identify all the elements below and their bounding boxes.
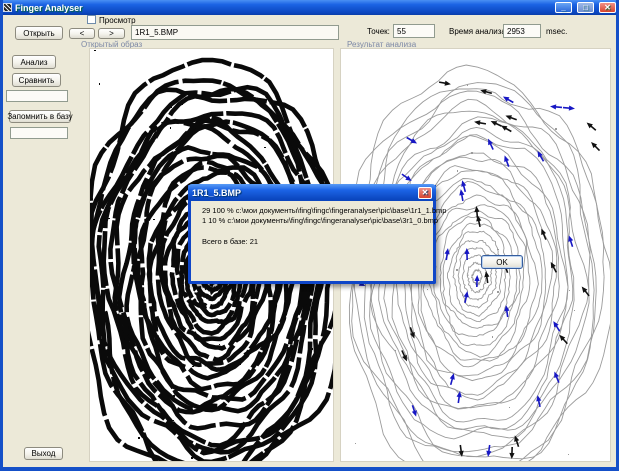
minutia-arrow-blue — [485, 445, 492, 458]
save-to-db-button[interactable]: Запомнить в базу — [9, 110, 71, 123]
minutia-arrow-black — [585, 121, 598, 133]
minutia-arrow-black — [505, 113, 518, 122]
exit-button[interactable]: Выход — [24, 447, 63, 460]
window-title: Finger Analyser — [15, 3, 550, 13]
dialog-close-button[interactable]: ✕ — [418, 187, 432, 199]
preview-checkbox[interactable] — [87, 15, 96, 24]
ok-button[interactable]: OK — [481, 255, 523, 269]
analysis-time-label: Время анализа: — [449, 27, 508, 36]
preview-checkbox-label: Просмотр — [99, 16, 136, 25]
maximize-button[interactable]: □ — [577, 2, 594, 13]
compare-result-field[interactable] — [6, 90, 68, 102]
minutia-arrow-black — [589, 140, 601, 152]
minutia-arrow-blue — [550, 104, 562, 110]
minutia-arrow-blue — [474, 275, 480, 287]
match-line-2: 1 10 % с:\мои документы\fing\fingc\finge… — [202, 216, 438, 225]
minutia-arrow-black — [548, 261, 558, 274]
app-window: Finger Analyser _ □ ✕ Открыть Анализ Сра… — [0, 0, 619, 471]
prev-image-button[interactable]: < — [69, 28, 95, 39]
title-bar[interactable]: Finger Analyser _ □ ✕ — [0, 0, 619, 15]
dialog-title-bar[interactable]: 1R1_5.BMP ✕ — [188, 184, 436, 201]
match-result-dialog: 1R1_5.BMP ✕ 29 100 % с:\мои документы\fi… — [188, 185, 436, 284]
filename-field[interactable] — [131, 25, 339, 40]
open-button[interactable]: Открыть — [15, 26, 63, 40]
match-line-1: 29 100 % с:\мои документы\fing\fingc\fin… — [202, 206, 446, 215]
minutia-arrow-black — [483, 271, 490, 284]
next-image-button[interactable]: > — [98, 28, 125, 39]
app-icon — [3, 3, 12, 12]
minutia-arrow-black — [580, 285, 591, 298]
database-total-label: Всего в базе: 21 — [202, 237, 258, 246]
minutia-arrow-black — [474, 119, 487, 126]
close-button[interactable]: ✕ — [599, 2, 616, 13]
minutia-arrow-blue — [551, 320, 562, 333]
analyze-button[interactable]: Анализ — [12, 55, 56, 69]
save-name-field[interactable] — [10, 127, 68, 139]
minutia-arrow-blue — [563, 105, 575, 111]
compare-button[interactable]: Сравнить — [12, 73, 61, 87]
minimize-button[interactable]: _ — [555, 2, 572, 13]
minutia-arrow-black — [509, 447, 515, 459]
msec-label: msec. — [546, 27, 567, 36]
points-field[interactable] — [393, 24, 435, 38]
dialog-title: 1R1_5.BMP — [192, 188, 418, 198]
analysis-time-field[interactable] — [503, 24, 541, 38]
minutia-arrow-black — [408, 326, 417, 339]
points-label: Точек: — [367, 27, 390, 36]
minutia-arrow-black — [439, 80, 452, 87]
